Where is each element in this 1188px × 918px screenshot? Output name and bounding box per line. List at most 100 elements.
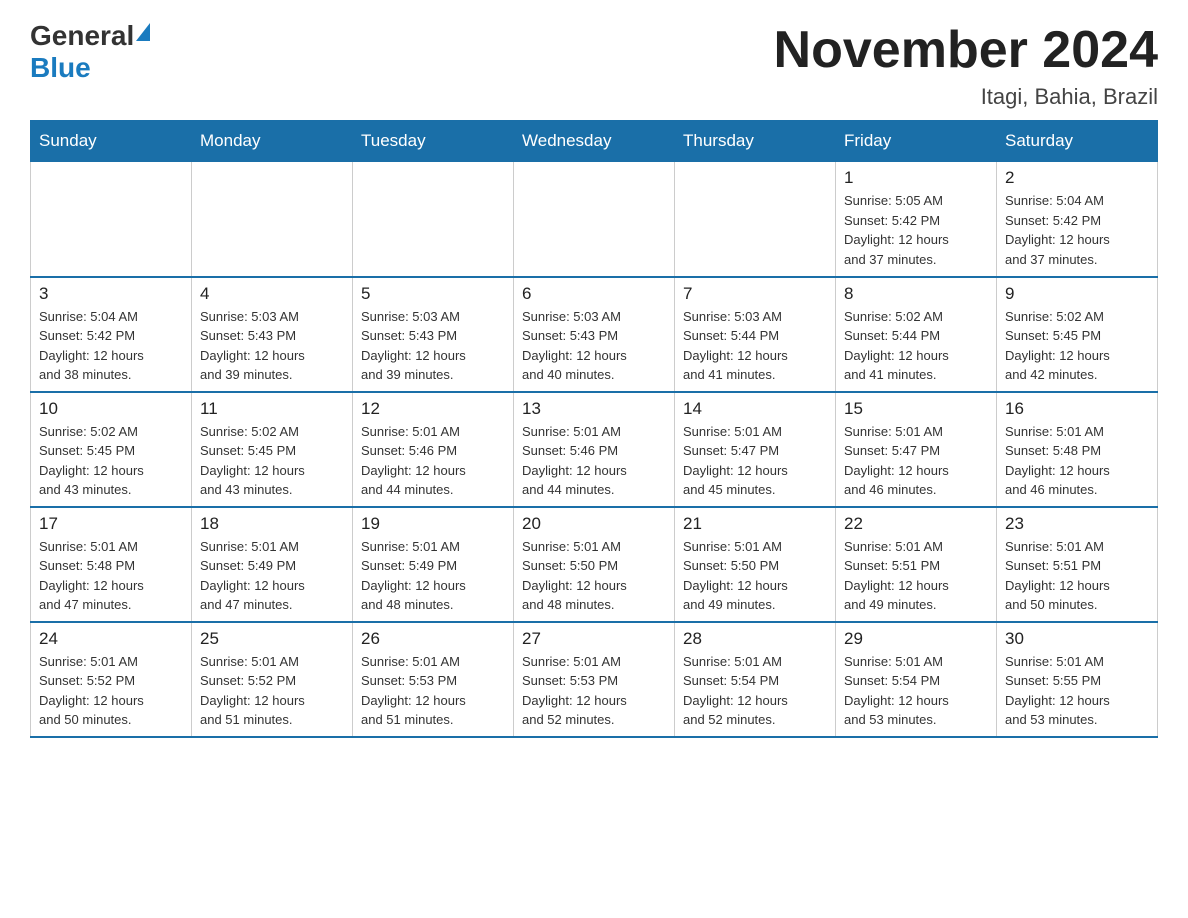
day-info: Sunrise: 5:01 AMSunset: 5:53 PMDaylight:… [361, 652, 505, 730]
calendar-week-row: 1Sunrise: 5:05 AMSunset: 5:42 PMDaylight… [31, 162, 1158, 277]
table-row: 6 Sunrise: 5:03 AMSunset: 5:43 PMDaylight… [514, 277, 675, 392]
table-row: 5Sunrise: 5:03 AMSunset: 5:43 PMDaylight… [353, 277, 514, 392]
day-number: 26 [361, 629, 505, 649]
day-info: Sunrise: 5:01 AMSunset: 5:47 PMDaylight:… [844, 422, 988, 500]
day-info: Sunrise: 5:02 AMSunset: 5:45 PMDaylight:… [200, 422, 344, 500]
day-number: 25 [200, 629, 344, 649]
table-row: 1Sunrise: 5:05 AMSunset: 5:42 PMDaylight… [836, 162, 997, 277]
day-info: Sunrise: 5:01 AMSunset: 5:50 PMDaylight:… [683, 537, 827, 615]
day-number: 14 [683, 399, 827, 419]
table-row: 24 Sunrise: 5:01 AMSunset: 5:52 PMDayligh… [31, 622, 192, 737]
day-number: 11 [200, 399, 344, 419]
table-row: 10 Sunrise: 5:02 AMSunset: 5:45 PMDayligh… [31, 392, 192, 507]
table-row: 16 Sunrise: 5:01 AMSunset: 5:48 PMDayligh… [997, 392, 1158, 507]
weekday-header-row: Sunday Monday Tuesday Wednesday Thursday… [31, 121, 1158, 162]
day-number: 6 [522, 284, 666, 304]
day-number: 15 [844, 399, 988, 419]
day-info: Sunrise: 5:01 AMSunset: 5:49 PMDaylight:… [361, 537, 505, 615]
calendar-title: November 2024 [774, 20, 1158, 80]
day-number: 20 [522, 514, 666, 534]
header-saturday: Saturday [997, 121, 1158, 162]
table-row: 18 Sunrise: 5:01 AMSunset: 5:49 PMDayligh… [192, 507, 353, 622]
table-row: 28 Sunrise: 5:01 AMSunset: 5:54 PMDayligh… [675, 622, 836, 737]
title-area: November 2024 Itagi, Bahia, Brazil [774, 20, 1158, 110]
day-number: 24 [39, 629, 183, 649]
table-row: 11 Sunrise: 5:02 AMSunset: 5:45 PMDayligh… [192, 392, 353, 507]
calendar-location: Itagi, Bahia, Brazil [774, 84, 1158, 110]
table-row: 13 Sunrise: 5:01 AMSunset: 5:46 PMDayligh… [514, 392, 675, 507]
day-info: Sunrise: 5:01 AMSunset: 5:50 PMDaylight:… [522, 537, 666, 615]
day-info: Sunrise: 5:01 AMSunset: 5:54 PMDaylight:… [683, 652, 827, 730]
day-number: 12 [361, 399, 505, 419]
day-info: Sunrise: 5:02 AMSunset: 5:45 PMDaylight:… [39, 422, 183, 500]
table-row: 20 Sunrise: 5:01 AMSunset: 5:50 PMDayligh… [514, 507, 675, 622]
day-info: Sunrise: 5:01 AMSunset: 5:52 PMDaylight:… [200, 652, 344, 730]
header: General Blue November 2024 Itagi, Bahia,… [30, 20, 1158, 110]
day-number: 17 [39, 514, 183, 534]
day-number: 21 [683, 514, 827, 534]
table-row: 17 Sunrise: 5:01 AMSunset: 5:48 PMDayligh… [31, 507, 192, 622]
day-number: 19 [361, 514, 505, 534]
day-info: Sunrise: 5:01 AMSunset: 5:54 PMDaylight:… [844, 652, 988, 730]
table-row [31, 162, 192, 277]
day-number: 29 [844, 629, 988, 649]
day-info: Sunrise: 5:02 AMSunset: 5:44 PMDaylight:… [844, 307, 988, 385]
day-info: Sunrise: 5:05 AMSunset: 5:42 PMDaylight:… [844, 191, 988, 269]
day-info: Sunrise: 5:01 AMSunset: 5:51 PMDaylight:… [844, 537, 988, 615]
day-info: Sunrise: 5:02 AMSunset: 5:45 PMDaylight:… [1005, 307, 1149, 385]
day-info: Sunrise: 5:03 AMSunset: 5:44 PMDaylight:… [683, 307, 827, 385]
day-number: 9 [1005, 284, 1149, 304]
table-row: 26 Sunrise: 5:01 AMSunset: 5:53 PMDayligh… [353, 622, 514, 737]
calendar-week-row: 10 Sunrise: 5:02 AMSunset: 5:45 PMDayligh… [31, 392, 1158, 507]
day-number: 16 [1005, 399, 1149, 419]
logo-blue-text: Blue [30, 52, 91, 84]
day-info: Sunrise: 5:01 AMSunset: 5:55 PMDaylight:… [1005, 652, 1149, 730]
day-number: 27 [522, 629, 666, 649]
table-row: 23Sunrise: 5:01 AMSunset: 5:51 PMDayligh… [997, 507, 1158, 622]
day-number: 13 [522, 399, 666, 419]
calendar-week-row: 24 Sunrise: 5:01 AMSunset: 5:52 PMDayligh… [31, 622, 1158, 737]
day-number: 4 [200, 284, 344, 304]
table-row: 15 Sunrise: 5:01 AMSunset: 5:47 PMDayligh… [836, 392, 997, 507]
header-sunday: Sunday [31, 121, 192, 162]
table-row: 30Sunrise: 5:01 AMSunset: 5:55 PMDayligh… [997, 622, 1158, 737]
header-tuesday: Tuesday [353, 121, 514, 162]
table-row: 25 Sunrise: 5:01 AMSunset: 5:52 PMDayligh… [192, 622, 353, 737]
day-number: 7 [683, 284, 827, 304]
day-number: 8 [844, 284, 988, 304]
table-row [353, 162, 514, 277]
table-row: 2Sunrise: 5:04 AMSunset: 5:42 PMDaylight… [997, 162, 1158, 277]
table-row: 12 Sunrise: 5:01 AMSunset: 5:46 PMDayligh… [353, 392, 514, 507]
table-row: 9 Sunrise: 5:02 AMSunset: 5:45 PMDaylight… [997, 277, 1158, 392]
day-info: Sunrise: 5:01 AMSunset: 5:49 PMDaylight:… [200, 537, 344, 615]
logo-general-text: General [30, 20, 134, 52]
day-info: Sunrise: 5:03 AMSunset: 5:43 PMDaylight:… [522, 307, 666, 385]
header-friday: Friday [836, 121, 997, 162]
table-row: 14Sunrise: 5:01 AMSunset: 5:47 PMDayligh… [675, 392, 836, 507]
table-row: 3Sunrise: 5:04 AMSunset: 5:42 PMDaylight… [31, 277, 192, 392]
table-row: 8 Sunrise: 5:02 AMSunset: 5:44 PMDaylight… [836, 277, 997, 392]
table-row [675, 162, 836, 277]
table-row: 19 Sunrise: 5:01 AMSunset: 5:49 PMDayligh… [353, 507, 514, 622]
logo-arrow-icon [136, 23, 150, 41]
day-info: Sunrise: 5:01 AMSunset: 5:48 PMDaylight:… [39, 537, 183, 615]
calendar-week-row: 3Sunrise: 5:04 AMSunset: 5:42 PMDaylight… [31, 277, 1158, 392]
day-number: 5 [361, 284, 505, 304]
day-info: Sunrise: 5:04 AMSunset: 5:42 PMDaylight:… [1005, 191, 1149, 269]
day-number: 10 [39, 399, 183, 419]
table-row: 22 Sunrise: 5:01 AMSunset: 5:51 PMDayligh… [836, 507, 997, 622]
header-thursday: Thursday [675, 121, 836, 162]
day-number: 22 [844, 514, 988, 534]
day-info: Sunrise: 5:01 AMSunset: 5:52 PMDaylight:… [39, 652, 183, 730]
header-monday: Monday [192, 121, 353, 162]
header-wednesday: Wednesday [514, 121, 675, 162]
day-info: Sunrise: 5:04 AMSunset: 5:42 PMDaylight:… [39, 307, 183, 385]
table-row: 29 Sunrise: 5:01 AMSunset: 5:54 PMDayligh… [836, 622, 997, 737]
day-info: Sunrise: 5:01 AMSunset: 5:46 PMDaylight:… [361, 422, 505, 500]
day-info: Sunrise: 5:01 AMSunset: 5:46 PMDaylight:… [522, 422, 666, 500]
day-number: 18 [200, 514, 344, 534]
calendar-table: Sunday Monday Tuesday Wednesday Thursday… [30, 120, 1158, 738]
day-number: 28 [683, 629, 827, 649]
day-info: Sunrise: 5:01 AMSunset: 5:48 PMDaylight:… [1005, 422, 1149, 500]
table-row: 7 Sunrise: 5:03 AMSunset: 5:44 PMDaylight… [675, 277, 836, 392]
